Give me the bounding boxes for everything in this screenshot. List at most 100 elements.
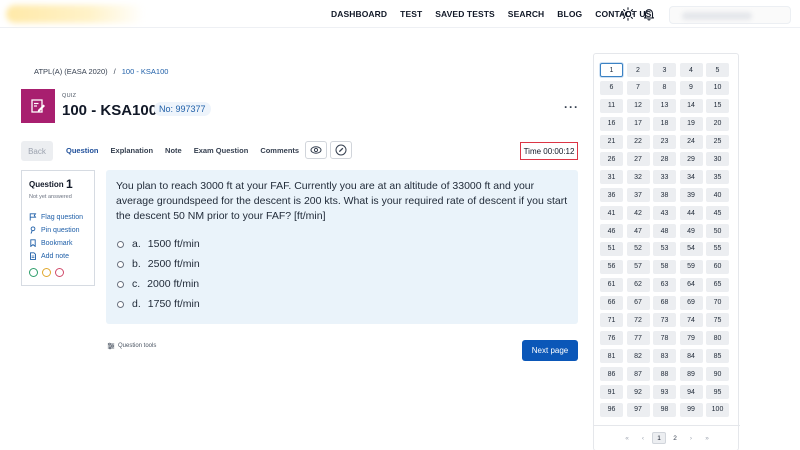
question-nav-cell[interactable]: 41 [600,206,623,221]
question-nav-cell[interactable]: 27 [626,152,650,167]
question-nav-cell[interactable]: 94 [679,385,703,400]
question-nav-cell[interactable]: 10 [706,80,729,95]
question-nav-cell[interactable]: 61 [600,277,623,292]
question-nav-cell[interactable]: 57 [626,259,650,274]
tab-explanation[interactable]: Explanation [111,146,154,155]
brand-logo[interactable] [6,5,144,23]
question-nav-cell[interactable]: 63 [653,277,676,292]
question-nav-cell[interactable]: 91 [600,385,623,400]
question-nav-cell[interactable]: 72 [626,313,650,328]
breadcrumb-root[interactable]: ATPL(A) (EASA 2020) [34,67,108,76]
answer-radio[interactable] [117,240,124,248]
pager-last[interactable]: » [700,432,714,444]
nav-search[interactable]: SEARCH [508,9,545,19]
question-nav-cell[interactable]: 55 [706,241,729,256]
question-nav-cell[interactable]: 42 [626,206,650,221]
theme-toggle-sun-icon[interactable] [621,7,635,21]
question-nav-cell[interactable]: 45 [706,206,729,221]
question-nav-cell[interactable]: 36 [600,188,623,203]
question-nav-cell[interactable]: 48 [653,224,676,239]
question-nav-cell[interactable]: 50 [706,224,729,239]
color-tag-green[interactable] [29,268,38,277]
question-nav-cell[interactable]: 85 [706,349,729,364]
question-nav-cell[interactable]: 60 [706,259,729,274]
question-nav-cell[interactable]: 67 [626,295,650,310]
question-nav-cell[interactable]: 12 [626,98,650,113]
color-tag-yellow[interactable] [42,268,51,277]
question-nav-cell[interactable]: 26 [600,152,623,167]
question-nav-cell[interactable]: 32 [626,170,650,185]
pager-next[interactable]: › [684,432,698,444]
question-nav-cell[interactable]: 8 [653,80,676,95]
question-nav-cell[interactable]: 3 [653,63,676,77]
question-nav-cell[interactable]: 21 [600,134,623,149]
question-nav-cell[interactable]: 49 [679,224,703,239]
question-nav-cell[interactable]: 16 [600,116,623,131]
question-nav-cell[interactable]: 80 [706,331,729,346]
question-nav-cell[interactable]: 95 [706,385,729,400]
answer-option-a[interactable]: a. 1500 ft/min [117,238,200,250]
question-nav-cell[interactable]: 38 [653,188,676,203]
question-nav-cell[interactable]: 28 [653,152,676,167]
question-nav-cell[interactable]: 87 [626,367,650,382]
question-nav-cell[interactable]: 1 [600,63,623,77]
add-note-action[interactable]: Add note [29,252,69,260]
question-nav-cell[interactable]: 64 [679,277,703,292]
question-nav-cell[interactable]: 71 [600,313,623,328]
user-menu[interactable] [669,6,791,24]
question-nav-cell[interactable]: 77 [626,331,650,346]
tab-question[interactable]: Question [66,146,99,155]
question-nav-cell[interactable]: 9 [679,80,703,95]
question-nav-cell[interactable]: 34 [679,170,703,185]
question-nav-cell[interactable]: 98 [653,402,676,417]
question-nav-cell[interactable]: 69 [679,295,703,310]
pager-page-1[interactable]: 1 [652,432,666,444]
answer-radio[interactable] [117,280,124,288]
question-nav-cell[interactable]: 76 [600,331,623,346]
question-nav-cell[interactable]: 52 [626,241,650,256]
more-options-icon[interactable]: ··· [564,100,579,114]
question-nav-cell[interactable]: 75 [706,313,729,328]
notification-bell-icon[interactable] [642,7,656,21]
edit-question-button[interactable] [330,141,352,159]
flag-question-action[interactable]: Flag question [29,213,83,221]
question-nav-cell[interactable]: 54 [679,241,703,256]
question-nav-cell[interactable]: 84 [679,349,703,364]
question-nav-cell[interactable]: 39 [679,188,703,203]
question-nav-cell[interactable]: 56 [600,259,623,274]
answer-option-c[interactable]: c. 2000 ft/min [117,278,199,290]
question-nav-cell[interactable]: 59 [679,259,703,274]
back-button[interactable]: Back [21,141,53,161]
answer-radio[interactable] [117,260,124,268]
question-nav-cell[interactable]: 7 [626,80,650,95]
question-nav-cell[interactable]: 18 [653,116,676,131]
question-nav-cell[interactable]: 30 [706,152,729,167]
pager-first[interactable]: « [620,432,634,444]
question-nav-cell[interactable]: 5 [706,63,729,77]
answer-option-b[interactable]: b. 2500 ft/min [117,258,200,270]
question-nav-cell[interactable]: 29 [679,152,703,167]
question-nav-cell[interactable]: 89 [679,367,703,382]
question-nav-cell[interactable]: 24 [679,134,703,149]
question-tools[interactable]: Question tools [107,342,156,350]
question-nav-cell[interactable]: 73 [653,313,676,328]
breadcrumb-current[interactable]: 100 - KSA100 [122,67,169,76]
question-nav-cell[interactable]: 68 [653,295,676,310]
pin-question-action[interactable]: Pin question [29,226,80,234]
question-nav-cell[interactable]: 83 [653,349,676,364]
nav-test[interactable]: TEST [400,9,422,19]
question-nav-cell[interactable]: 97 [626,402,650,417]
color-tag-red[interactable] [55,268,64,277]
bookmark-action[interactable]: Bookmark [29,239,73,247]
pager-prev[interactable]: ‹ [636,432,650,444]
question-nav-cell[interactable]: 44 [679,206,703,221]
tab-comments[interactable]: Comments [260,146,299,155]
question-nav-cell[interactable]: 6 [600,80,623,95]
question-nav-cell[interactable]: 14 [679,98,703,113]
question-nav-cell[interactable]: 82 [626,349,650,364]
question-nav-cell[interactable]: 79 [679,331,703,346]
question-nav-cell[interactable]: 20 [706,116,729,131]
question-nav-cell[interactable]: 15 [706,98,729,113]
question-nav-cell[interactable]: 33 [653,170,676,185]
tab-exam-question[interactable]: Exam Question [194,146,249,155]
